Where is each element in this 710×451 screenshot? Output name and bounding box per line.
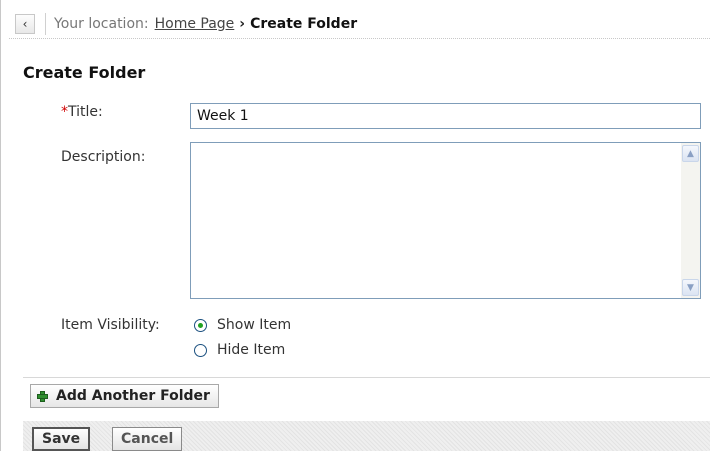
breadcrumb-divider bbox=[45, 13, 46, 35]
scroll-up-button[interactable]: ▲ bbox=[682, 145, 699, 162]
breadcrumb-home-link[interactable]: Home Page bbox=[155, 16, 235, 32]
page-title: Create Folder bbox=[23, 63, 146, 82]
hide-item-label: Hide Item bbox=[217, 342, 286, 358]
show-item-label: Show Item bbox=[217, 317, 292, 333]
page-frame: ‹ Your location: Home Page › Create Fold… bbox=[0, 0, 710, 451]
visibility-label: Item Visibility: bbox=[61, 317, 160, 333]
radio-selected-dot bbox=[198, 322, 203, 328]
title-label: *Title: bbox=[61, 104, 103, 120]
breadcrumb-separator: › bbox=[239, 16, 246, 32]
breadcrumb-location-label: Your location: bbox=[54, 16, 149, 32]
breadcrumb-current: Create Folder bbox=[250, 16, 358, 32]
title-label-text: Title: bbox=[68, 104, 103, 120]
save-button[interactable]: Save bbox=[32, 427, 91, 451]
breadcrumb: ‹ Your location: Home Page › Create Fold… bbox=[9, 10, 710, 39]
back-button[interactable]: ‹ bbox=[15, 14, 35, 34]
chevron-left-icon: ‹ bbox=[22, 17, 28, 31]
add-another-folder-button[interactable]: Add Another Folder bbox=[30, 384, 219, 408]
chevron-up-icon: ▲ bbox=[687, 148, 694, 159]
chevron-down-icon: ▼ bbox=[687, 282, 694, 293]
section-divider bbox=[23, 377, 710, 378]
title-input[interactable] bbox=[190, 103, 701, 129]
description-scrollbar[interactable]: ▲ ▼ bbox=[681, 143, 700, 298]
description-field: ▲ ▼ bbox=[190, 142, 701, 299]
plus-icon bbox=[37, 390, 48, 402]
show-item-radio[interactable] bbox=[194, 318, 207, 332]
description-textarea[interactable] bbox=[191, 143, 681, 298]
required-marker: * bbox=[61, 104, 68, 120]
show-item-option[interactable]: Show Item bbox=[194, 317, 291, 333]
add-another-folder-label: Add Another Folder bbox=[56, 388, 210, 404]
cancel-button[interactable]: Cancel bbox=[112, 427, 183, 451]
scroll-down-button[interactable]: ▼ bbox=[682, 279, 699, 296]
hide-item-option[interactable]: Hide Item bbox=[194, 342, 285, 358]
hide-item-radio[interactable] bbox=[194, 343, 207, 357]
description-label: Description: bbox=[61, 149, 146, 165]
